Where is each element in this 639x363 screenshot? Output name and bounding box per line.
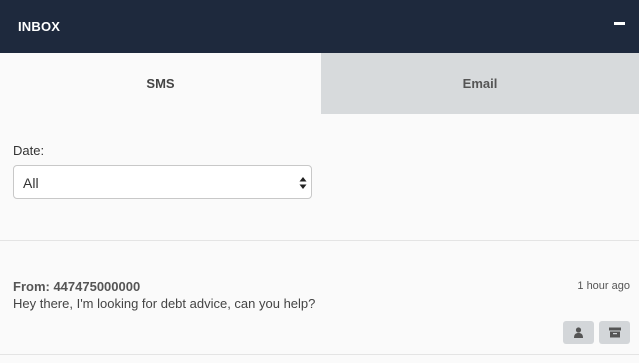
message-item[interactable]: From: 447475000000 1 hour ago Hey there,… [0, 241, 639, 354]
tab-email-label: Email [462, 76, 498, 91]
select-arrows-icon [299, 177, 307, 189]
minus-icon [614, 22, 625, 25]
message-time: 1 hour ago [577, 280, 630, 292]
inbox-header: INBOX [0, 0, 639, 53]
tab-sms-label: SMS [146, 76, 175, 91]
minimize-button[interactable] [613, 14, 627, 34]
inbox-title: INBOX [18, 19, 61, 34]
user-icon [574, 327, 583, 338]
message-body: Hey there, I'm looking for debt advice, … [13, 296, 316, 311]
archive-icon [609, 327, 621, 338]
archive-button[interactable] [599, 321, 630, 344]
message-sender: From: 447475000000 [13, 279, 141, 294]
channel-tabs: SMS Email [0, 53, 639, 114]
divider [0, 354, 639, 355]
tab-email[interactable]: Email [321, 53, 639, 114]
tab-sms[interactable]: SMS [0, 53, 321, 114]
assign-contact-button[interactable] [563, 321, 594, 344]
date-filter-value: All [23, 175, 39, 191]
date-filter-select[interactable]: All [13, 165, 312, 199]
date-filter-label: Date: [13, 143, 45, 158]
